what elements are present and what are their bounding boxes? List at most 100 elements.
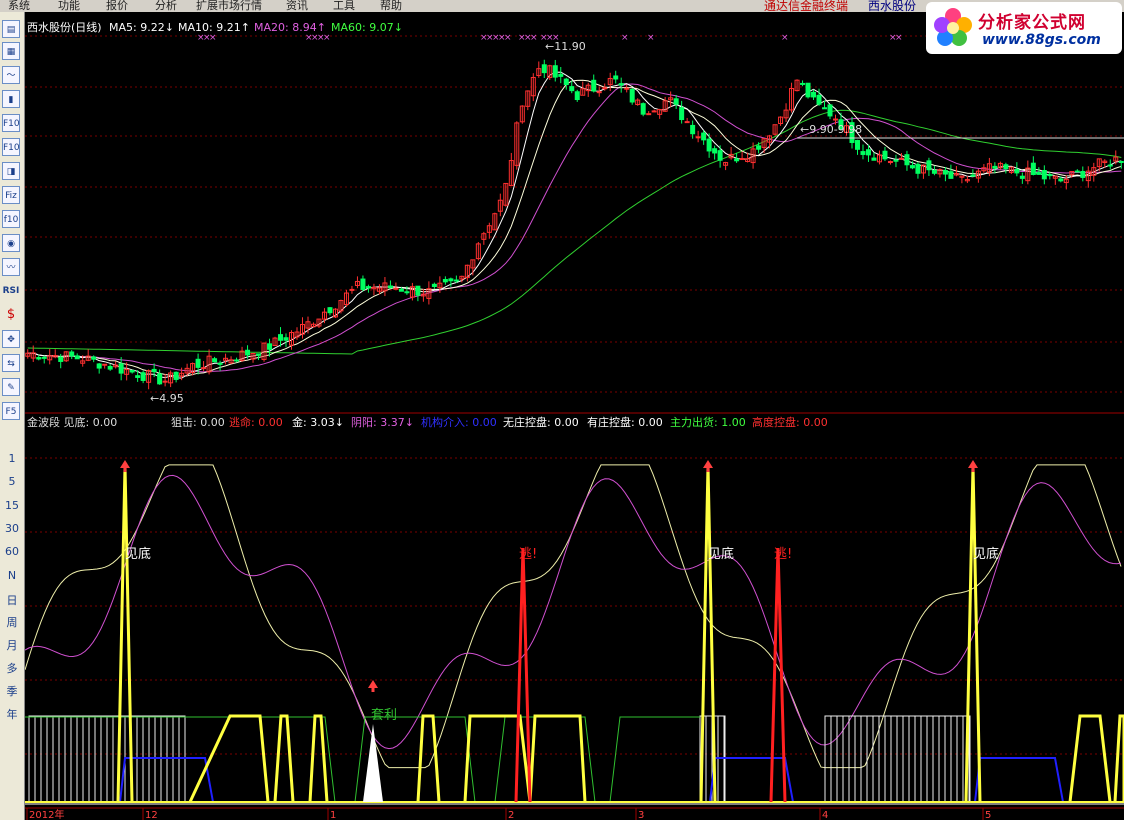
menu-item-7[interactable]: 帮助: [380, 0, 402, 12]
move-icon[interactable]: ✥: [2, 330, 20, 348]
up-arrow-icon: [703, 460, 713, 468]
candle-body: [1118, 160, 1124, 163]
candle-body: [679, 107, 685, 121]
period-3[interactable]: 30: [0, 522, 24, 535]
candle-body: [1036, 171, 1042, 175]
line-chart-icon[interactable]: 〜: [2, 66, 20, 84]
search-icon[interactable]: ◉: [2, 234, 20, 252]
menu-item-5[interactable]: 资讯: [286, 0, 308, 12]
RSI-icon[interactable]: RSI: [2, 282, 20, 300]
candle-body: [970, 174, 976, 177]
purple-oscillator: [25, 474, 1122, 750]
candle-body: [701, 132, 707, 141]
indicator-header-2: 逃命: 0.00: [229, 415, 283, 429]
candle-body: [41, 356, 47, 359]
candle-body: [893, 159, 899, 162]
period-10[interactable]: 季: [0, 683, 24, 699]
axis-label-6: 5: [985, 810, 991, 820]
bottom-label-0: 见底: [125, 546, 151, 562]
candle-body: [860, 151, 866, 155]
dollar-icon[interactable]: $: [2, 306, 20, 324]
candle-body: [854, 140, 860, 150]
candle-body: [448, 278, 454, 282]
ma-header-0: 西水股份(日线): [27, 20, 102, 34]
escape-spike-0: [514, 547, 532, 803]
trend-icon[interactable]: 〰: [2, 258, 20, 276]
info-icon[interactable]: ◨: [2, 162, 20, 180]
up-arrow-stem: [971, 467, 975, 472]
candle-body: [613, 75, 619, 80]
candle-body: [234, 359, 240, 362]
period-4[interactable]: 60: [0, 545, 24, 558]
candle-body: [118, 363, 124, 374]
menu-item-3[interactable]: 分析: [155, 0, 177, 12]
bottom-spike-2: [964, 465, 982, 803]
axis-label-5: 4: [822, 810, 828, 820]
x-axis: 2012年 12 1 2 3 4 5: [26, 808, 991, 820]
candle-body: [404, 291, 410, 294]
period-1[interactable]: 5: [0, 475, 24, 488]
candle-body: [833, 118, 839, 121]
period-8[interactable]: 月: [0, 637, 24, 653]
menu-item-0[interactable]: 系统: [8, 0, 30, 12]
candle-body: [596, 91, 602, 94]
candle-body: [245, 349, 251, 356]
site-logo: 分析家公式网 www.88gs.com: [926, 2, 1122, 54]
menu-item-4[interactable]: 扩展市场行情: [196, 0, 262, 12]
candle-body: [931, 169, 937, 174]
menu-item-2[interactable]: 报价: [106, 0, 128, 12]
indicator-header-6: 无庄控盘: 0.00: [503, 415, 579, 429]
up-arrow-icon: [968, 460, 978, 468]
ma5-line: [27, 71, 1122, 379]
period-0[interactable]: 1: [0, 452, 24, 465]
Fiz-icon[interactable]: Fiz: [2, 186, 20, 204]
left-toolbar: ▤ ▦ 〜 ▮ F10 F10 ◨ Fiz f10 ◉ 〰 RSI $ ✥ ⇆ ✎ F5 1 5 15 30 60 N 日周月…: [0, 12, 25, 820]
list-icon[interactable]: ▤: [2, 20, 20, 38]
candle-body: [327, 307, 333, 314]
candle-body: [1014, 168, 1020, 174]
candle-body: [640, 103, 646, 115]
indicator-header-8: 主力出货: 1.00: [670, 415, 746, 429]
F5-icon[interactable]: F5: [2, 402, 20, 420]
F10-alt-icon[interactable]: F10: [2, 138, 20, 156]
switch-icon[interactable]: ⇆: [2, 354, 20, 372]
period-2[interactable]: 15: [0, 499, 24, 512]
pencil-icon[interactable]: ✎: [2, 378, 20, 396]
F10-icon[interactable]: F10: [2, 114, 20, 132]
axis-label-3: 2: [508, 810, 514, 820]
candle-body: [217, 362, 223, 365]
candle-body: [278, 334, 284, 341]
bottom-label-2: 见底: [973, 546, 999, 562]
candle-body: [904, 154, 910, 166]
axis-label-2: 1: [330, 810, 336, 820]
candle-body: [140, 372, 146, 381]
indicator-header-7: 有庄控盘: 0.00: [587, 415, 663, 429]
candle-body: [948, 171, 954, 179]
candle-body: [69, 351, 75, 357]
period-6[interactable]: 日: [0, 592, 24, 608]
stock-name: 西水股份: [868, 0, 917, 12]
candle-body: [926, 160, 932, 171]
up-arrow-stem: [371, 687, 375, 692]
candle-body: [822, 107, 828, 110]
price-low-label: ←4.95: [150, 392, 184, 405]
candle-body: [195, 358, 201, 368]
candle-body: [942, 170, 948, 175]
menu-item-1[interactable]: 功能: [58, 0, 80, 12]
period-7[interactable]: 周: [0, 614, 24, 630]
period-11[interactable]: 年: [0, 706, 24, 722]
candle-body: [74, 355, 80, 360]
flower-logo-icon: [934, 8, 972, 46]
candle-body: [739, 158, 745, 161]
yellow-band-5: [528, 714, 587, 803]
f10-icon[interactable]: f10: [2, 210, 20, 228]
period-5[interactable]: N: [0, 569, 24, 582]
period-9[interactable]: 多: [0, 660, 24, 676]
candle-body: [1030, 162, 1036, 175]
kline-icon[interactable]: ▮: [2, 90, 20, 108]
menu-item-6[interactable]: 工具: [333, 0, 355, 12]
candle-body: [162, 380, 168, 383]
table-icon[interactable]: ▦: [2, 42, 20, 60]
signal-mark: ×: [895, 33, 903, 43]
kline-chart[interactable]: ××× ×××× ××××× ××× ××× × × × ×× ←11.90←4.95←9.90…: [25, 12, 1124, 820]
